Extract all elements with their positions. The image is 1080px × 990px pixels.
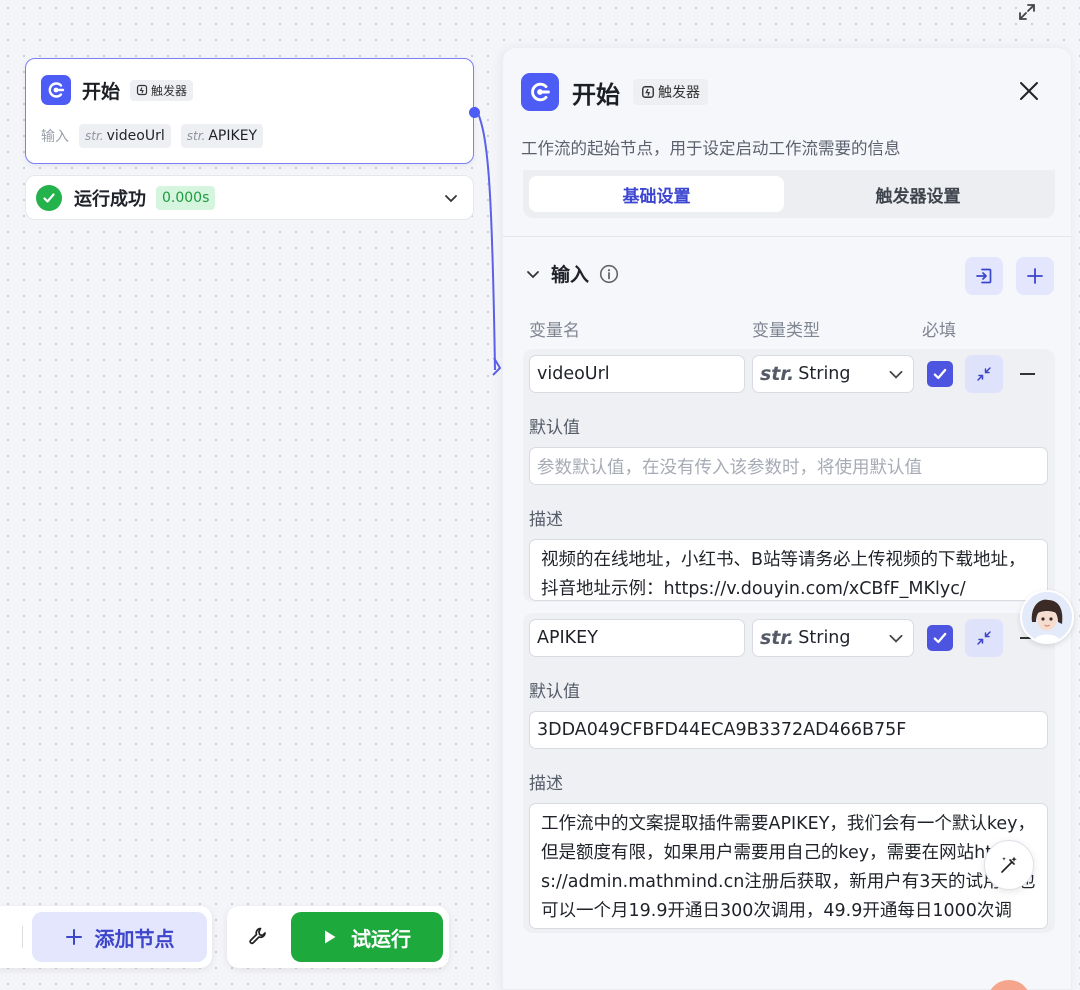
trigger-tag-label: 触发器 [658, 85, 700, 101]
description-textarea[interactable]: 工作流中的文案提取插件需要APIKEY，我们会有一个默认key，但是额度有限，如… [529, 803, 1048, 929]
var-name: APIKEY [208, 128, 258, 144]
remove-variable-button[interactable] [1020, 373, 1035, 375]
start-logo-icon [521, 73, 559, 111]
assistant-avatar[interactable] [1020, 590, 1074, 644]
chevron-down-icon [889, 370, 903, 379]
variable-name-input[interactable]: APIKEY [529, 619, 745, 657]
run-status-bar[interactable]: 运行成功 0.000s [25, 175, 474, 220]
add-node-label: 添加节点 [94, 926, 175, 951]
add-variable-button[interactable] [1016, 257, 1054, 295]
select-value: str. String [760, 627, 851, 649]
output-port[interactable] [469, 107, 480, 118]
panel-header: 开始 触发器 [521, 73, 708, 111]
column-required: 必填 [922, 321, 956, 341]
variable-type-select[interactable]: str. String [752, 619, 914, 657]
collapse-icon [977, 631, 991, 645]
description-label: 描述 [529, 774, 563, 794]
trigger-tag-label: 触发器 [151, 83, 188, 98]
description-textarea[interactable]: 视频的在线地址，小红书、B站等请务必上传视频的下载地址，抖音地址示例：https… [529, 539, 1048, 601]
divider [503, 236, 1071, 237]
status-text: 运行成功 [74, 188, 146, 210]
section-title: 输入 [551, 264, 590, 286]
test-run-label: 试运行 [351, 926, 411, 951]
node-header: 开始 触发器 [41, 75, 194, 105]
add-node-button[interactable]: 添加节点 [32, 912, 207, 962]
chevron-down-icon[interactable] [525, 266, 541, 282]
input-section-header[interactable]: 输入 [525, 260, 619, 287]
import-button[interactable] [965, 257, 1003, 295]
input-chip-videourl: str. videoUrl [79, 124, 171, 148]
var-name: videoUrl [106, 128, 165, 144]
node-inputs: 输入 str. videoUrl str. APIKEY [41, 124, 264, 148]
settings-tabs: 基础设置 触发器设置 [523, 170, 1055, 218]
trigger-tag: 触发器 [633, 79, 708, 105]
start-node-card[interactable]: 开始 触发器 输入 str. videoUrl str. APIKEY [25, 58, 474, 164]
type-label: str. [85, 129, 104, 143]
toolbar-divider [22, 926, 23, 948]
default-value-label: 默认值 [529, 418, 580, 438]
node-title: 开始 [82, 80, 121, 103]
column-variable-type: 变量类型 [752, 321, 820, 341]
column-variable-name: 变量名 [529, 321, 580, 341]
default-value-label: 默认值 [529, 682, 580, 702]
import-icon [976, 268, 992, 284]
tab-trigger-settings[interactable]: 触发器设置 [787, 176, 1049, 212]
select-value: str. String [760, 363, 851, 385]
str-type-icon: str. [760, 363, 795, 385]
start-logo-icon [41, 75, 71, 105]
required-checkbox[interactable] [927, 361, 953, 387]
panel-title: 开始 [572, 80, 620, 109]
node-settings-panel: 开始 触发器 工作流的起始节点，用于设定启动工作流需要的信息 基础设置 触发器设… [502, 47, 1072, 990]
chevron-down-icon[interactable] [443, 190, 459, 206]
inputs-label: 输入 [41, 129, 69, 145]
ai-edit-button[interactable] [984, 840, 1034, 890]
type-name: String [798, 364, 851, 384]
panel-description: 工作流的起始节点，用于设定启动工作流需要的信息 [521, 139, 901, 158]
input-chip-apikey: str. APIKEY [180, 124, 264, 148]
type-name: String [798, 628, 851, 648]
run-toolbar: 试运行 [227, 906, 449, 968]
canvas-toolbar: 添加节点 [0, 906, 212, 968]
variable-type-select[interactable]: str. String [752, 355, 914, 393]
collapse-icon [977, 367, 991, 381]
tab-basic-settings[interactable]: 基础设置 [529, 176, 784, 212]
wrench-icon[interactable] [247, 925, 269, 947]
default-value-input[interactable]: 3DDA049CFBFD44ECA9B3372AD466B75F [529, 711, 1048, 749]
success-check-icon [36, 184, 62, 211]
trigger-icon [642, 86, 654, 98]
expand-icon[interactable] [1014, 0, 1040, 24]
magic-wand-icon [1001, 856, 1017, 873]
collapse-button[interactable] [965, 355, 1003, 393]
trigger-tag: 触发器 [130, 79, 194, 101]
trigger-icon [136, 84, 148, 96]
test-run-button[interactable]: 试运行 [291, 912, 443, 962]
str-type-icon: str. [760, 627, 795, 649]
plus-icon [65, 929, 82, 945]
check-icon [933, 632, 947, 644]
info-icon[interactable] [599, 264, 619, 284]
play-icon [325, 930, 336, 944]
required-checkbox[interactable] [927, 625, 953, 651]
collapse-button[interactable] [965, 619, 1003, 657]
default-value-input[interactable]: 参数默认值，在没有传入该参数时，将使用默认值 [529, 447, 1048, 485]
plus-icon [1027, 268, 1043, 284]
check-icon [933, 368, 947, 380]
run-time-badge: 0.000s [156, 185, 216, 210]
description-label: 描述 [529, 510, 563, 530]
close-icon[interactable] [1018, 80, 1040, 102]
type-label: str. [186, 129, 206, 143]
variable-name-input[interactable]: videoUrl [529, 355, 745, 393]
chevron-down-icon [889, 634, 903, 643]
